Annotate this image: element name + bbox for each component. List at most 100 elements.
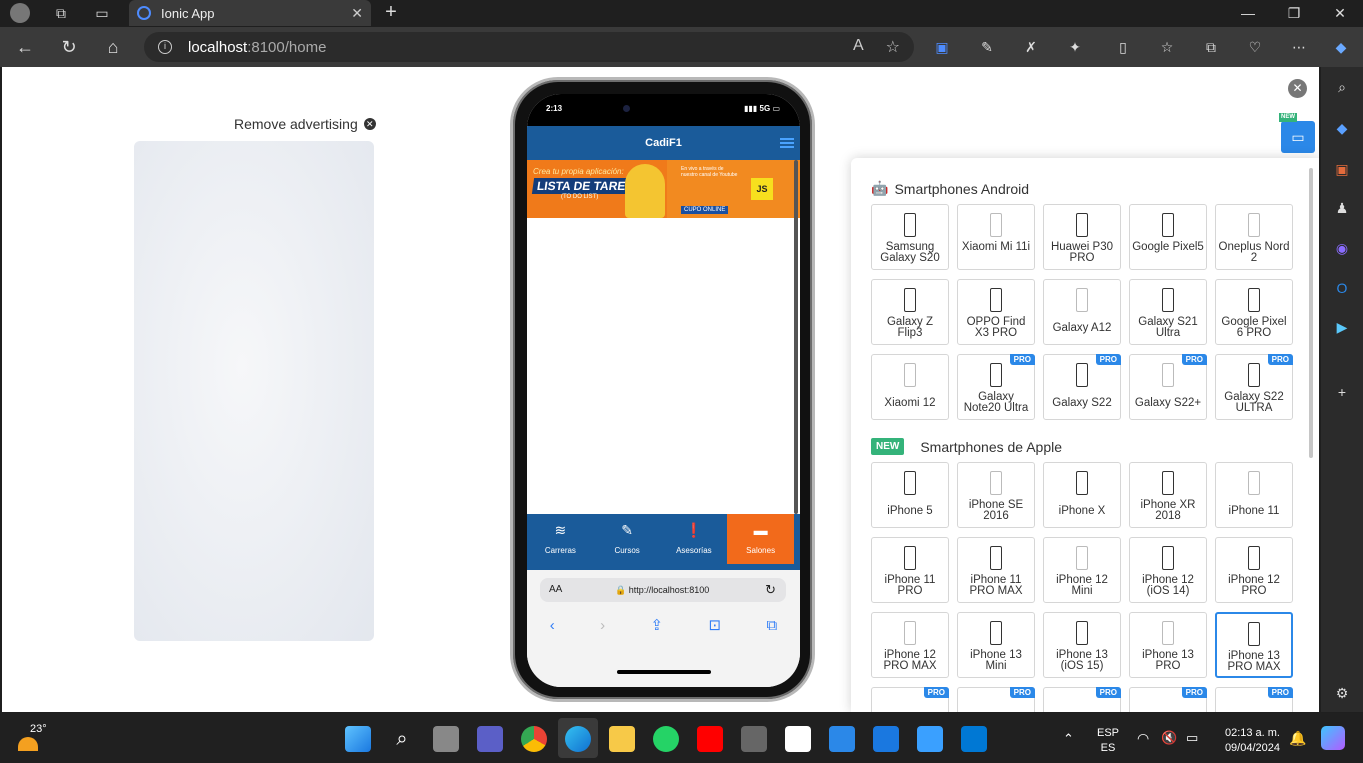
teams-icon[interactable] bbox=[477, 726, 503, 752]
edge-icon[interactable] bbox=[565, 726, 591, 752]
tools-briefcase-icon[interactable]: ▣ bbox=[1332, 159, 1352, 179]
device-card[interactable]: iPhone 12 Mini bbox=[1043, 537, 1121, 603]
device-card[interactable]: iPhone 12 PRO bbox=[1215, 537, 1293, 603]
profile-avatar[interactable] bbox=[7, 0, 33, 26]
search-taskbar-icon[interactable]: ⌕ bbox=[389, 726, 415, 752]
tab-carreras[interactable]: ≋ Carreras bbox=[527, 514, 594, 570]
copilot-icon[interactable]: ◆ bbox=[1331, 37, 1351, 57]
add-icon[interactable]: + bbox=[1332, 382, 1352, 402]
close-tab-icon[interactable]: ✕ bbox=[351, 5, 363, 22]
device-card[interactable]: PRO bbox=[957, 687, 1035, 712]
phone-scrollbar[interactable] bbox=[794, 160, 798, 514]
tab-asesorias[interactable]: ❗ Asesorías bbox=[661, 514, 728, 570]
device-card[interactable]: iPhone 5 bbox=[871, 462, 949, 528]
vscode-icon[interactable] bbox=[961, 726, 987, 752]
device-card[interactable]: PRO bbox=[1215, 687, 1293, 712]
promo-banner[interactable]: Crea tu propia aplicación: LISTA DE TARE… bbox=[527, 160, 800, 218]
device-card[interactable]: Huawei P30 PRO bbox=[1043, 204, 1121, 270]
favorites-icon[interactable]: ☆ bbox=[1157, 37, 1177, 57]
minimize-button[interactable]: — bbox=[1225, 0, 1271, 26]
tray-chevron-icon[interactable]: ⌃ bbox=[1063, 731, 1074, 747]
clock[interactable]: 02:13 a. m. 09/04/2024 bbox=[1218, 726, 1280, 756]
copilot-taskbar-icon[interactable] bbox=[1321, 726, 1345, 750]
split-screen-icon[interactable]: ▯ bbox=[1113, 37, 1133, 57]
tab-ionic-app[interactable]: Ionic App ✕ bbox=[129, 0, 371, 26]
notification-bell-icon[interactable]: 🔔 bbox=[1289, 730, 1306, 747]
device-card[interactable]: PRO bbox=[1129, 687, 1207, 712]
chrome-icon[interactable] bbox=[521, 726, 547, 752]
tab-cursos[interactable]: ✎ Cursos bbox=[594, 514, 661, 570]
extension-icon[interactable]: ▣ bbox=[932, 37, 952, 57]
calculator-icon[interactable] bbox=[741, 726, 767, 752]
device-card[interactable]: Xiaomi 12 bbox=[871, 354, 949, 420]
bookmarks-icon[interactable]: ⊡ bbox=[709, 616, 722, 634]
translate-extension-icon[interactable]: ✗ bbox=[1021, 37, 1041, 57]
file-explorer-icon[interactable] bbox=[609, 726, 635, 752]
device-card[interactable]: iPhone 11 bbox=[1215, 462, 1293, 528]
close-panel-button[interactable]: ✕ bbox=[1288, 79, 1307, 98]
device-card[interactable]: Oneplus Nord 2 bbox=[1215, 204, 1293, 270]
site-info-icon[interactable]: i bbox=[158, 40, 172, 54]
device-card[interactable]: iPhone 13 PRO bbox=[1129, 612, 1207, 678]
panel-scrollbar[interactable] bbox=[1309, 168, 1313, 458]
close-window-button[interactable]: ✕ bbox=[1317, 0, 1363, 26]
tabs-icon[interactable]: ⧉ bbox=[767, 617, 778, 634]
device-card[interactable]: Samsung Galaxy S20 bbox=[871, 204, 949, 270]
new-tab-button[interactable]: + bbox=[380, 0, 402, 26]
outlook-icon[interactable]: O bbox=[1332, 278, 1352, 298]
remove-advertising-link[interactable]: Remove advertising ✕ bbox=[234, 116, 376, 132]
device-card[interactable]: Galaxy Note20 Ultra PRO bbox=[957, 354, 1035, 420]
refresh-button[interactable]: ↻ bbox=[56, 35, 82, 59]
photos-icon[interactable] bbox=[917, 726, 943, 752]
hamburger-menu-icon[interactable] bbox=[780, 138, 794, 148]
device-card[interactable]: Google Pixel 6 PRO bbox=[1215, 279, 1293, 345]
maximize-button[interactable]: ❐ bbox=[1271, 0, 1317, 26]
eyedropper-extension-icon[interactable]: ✎ bbox=[977, 37, 997, 57]
device-selector-button[interactable]: NEW ▭ bbox=[1279, 113, 1315, 153]
more-menu-icon[interactable]: ⋯ bbox=[1289, 37, 1309, 57]
collections-icon[interactable]: ⧉ bbox=[1201, 37, 1221, 57]
device-card[interactable]: Galaxy Z Flip3 bbox=[871, 279, 949, 345]
wifi-icon[interactable]: ◠ bbox=[1137, 730, 1149, 747]
tab-salones[interactable]: ▬ Salones bbox=[727, 514, 794, 564]
device-card[interactable]: iPhone 12 (iOS 14) bbox=[1129, 537, 1207, 603]
device-card[interactable]: Galaxy S22 PRO bbox=[1043, 354, 1121, 420]
task-view-icon[interactable] bbox=[433, 726, 459, 752]
safari-back-icon[interactable]: ‹ bbox=[550, 617, 555, 634]
volume-muted-icon[interactable]: 🔇 bbox=[1161, 730, 1177, 746]
tab-actions-icon[interactable]: ▭ bbox=[89, 0, 115, 26]
extensions-puzzle-icon[interactable]: ✦ bbox=[1065, 37, 1085, 57]
amazon-icon[interactable] bbox=[785, 726, 811, 752]
device-card[interactable]: iPhone X bbox=[1043, 462, 1121, 528]
shopping-tag-icon[interactable]: ◆ bbox=[1332, 118, 1352, 138]
whatsapp-icon[interactable] bbox=[653, 726, 679, 752]
share-icon[interactable]: ⇪ bbox=[651, 616, 664, 634]
device-card[interactable]: iPhone 13 PRO MAX bbox=[1215, 612, 1293, 678]
device-card[interactable]: Galaxy S22 ULTRA PRO bbox=[1215, 354, 1293, 420]
safari-forward-icon[interactable]: › bbox=[600, 617, 605, 634]
device-card[interactable]: iPhone 12 PRO MAX bbox=[871, 612, 949, 678]
battery-icon[interactable]: ▭ bbox=[1186, 730, 1198, 746]
safari-address-bar[interactable]: AA 🔒 http://localhost:8100 ↻ bbox=[540, 578, 786, 602]
device-card[interactable]: iPhone XR 2018 bbox=[1129, 462, 1207, 528]
mail-icon[interactable] bbox=[873, 726, 899, 752]
reader-aa-button[interactable]: AA bbox=[549, 584, 562, 595]
reload-icon[interactable]: ↻ bbox=[765, 582, 776, 598]
performance-icon[interactable]: ♡ bbox=[1245, 37, 1265, 57]
device-card[interactable]: Google Pixel5 bbox=[1129, 204, 1207, 270]
language-indicator[interactable]: ESP ES bbox=[1097, 726, 1119, 756]
device-card[interactable]: iPhone 11 PRO bbox=[871, 537, 949, 603]
read-aloud-icon[interactable]: A bbox=[853, 37, 864, 57]
device-card[interactable]: Galaxy A12 bbox=[1043, 279, 1121, 345]
device-card[interactable]: iPhone 13 Mini bbox=[957, 612, 1035, 678]
send-icon[interactable]: ▶ bbox=[1332, 317, 1352, 337]
device-card[interactable]: Galaxy S21 Ultra bbox=[1129, 279, 1207, 345]
start-windows-icon[interactable] bbox=[345, 726, 371, 752]
store-icon[interactable] bbox=[829, 726, 855, 752]
back-button[interactable]: ← bbox=[12, 35, 38, 59]
microsoft-365-icon[interactable]: ◉ bbox=[1332, 238, 1352, 258]
device-card[interactable]: Xiaomi Mi 11i bbox=[957, 204, 1035, 270]
favorite-star-icon[interactable]: ☆ bbox=[886, 37, 900, 57]
youtube-icon[interactable] bbox=[697, 726, 723, 752]
games-icon[interactable]: ♟ bbox=[1332, 198, 1352, 218]
